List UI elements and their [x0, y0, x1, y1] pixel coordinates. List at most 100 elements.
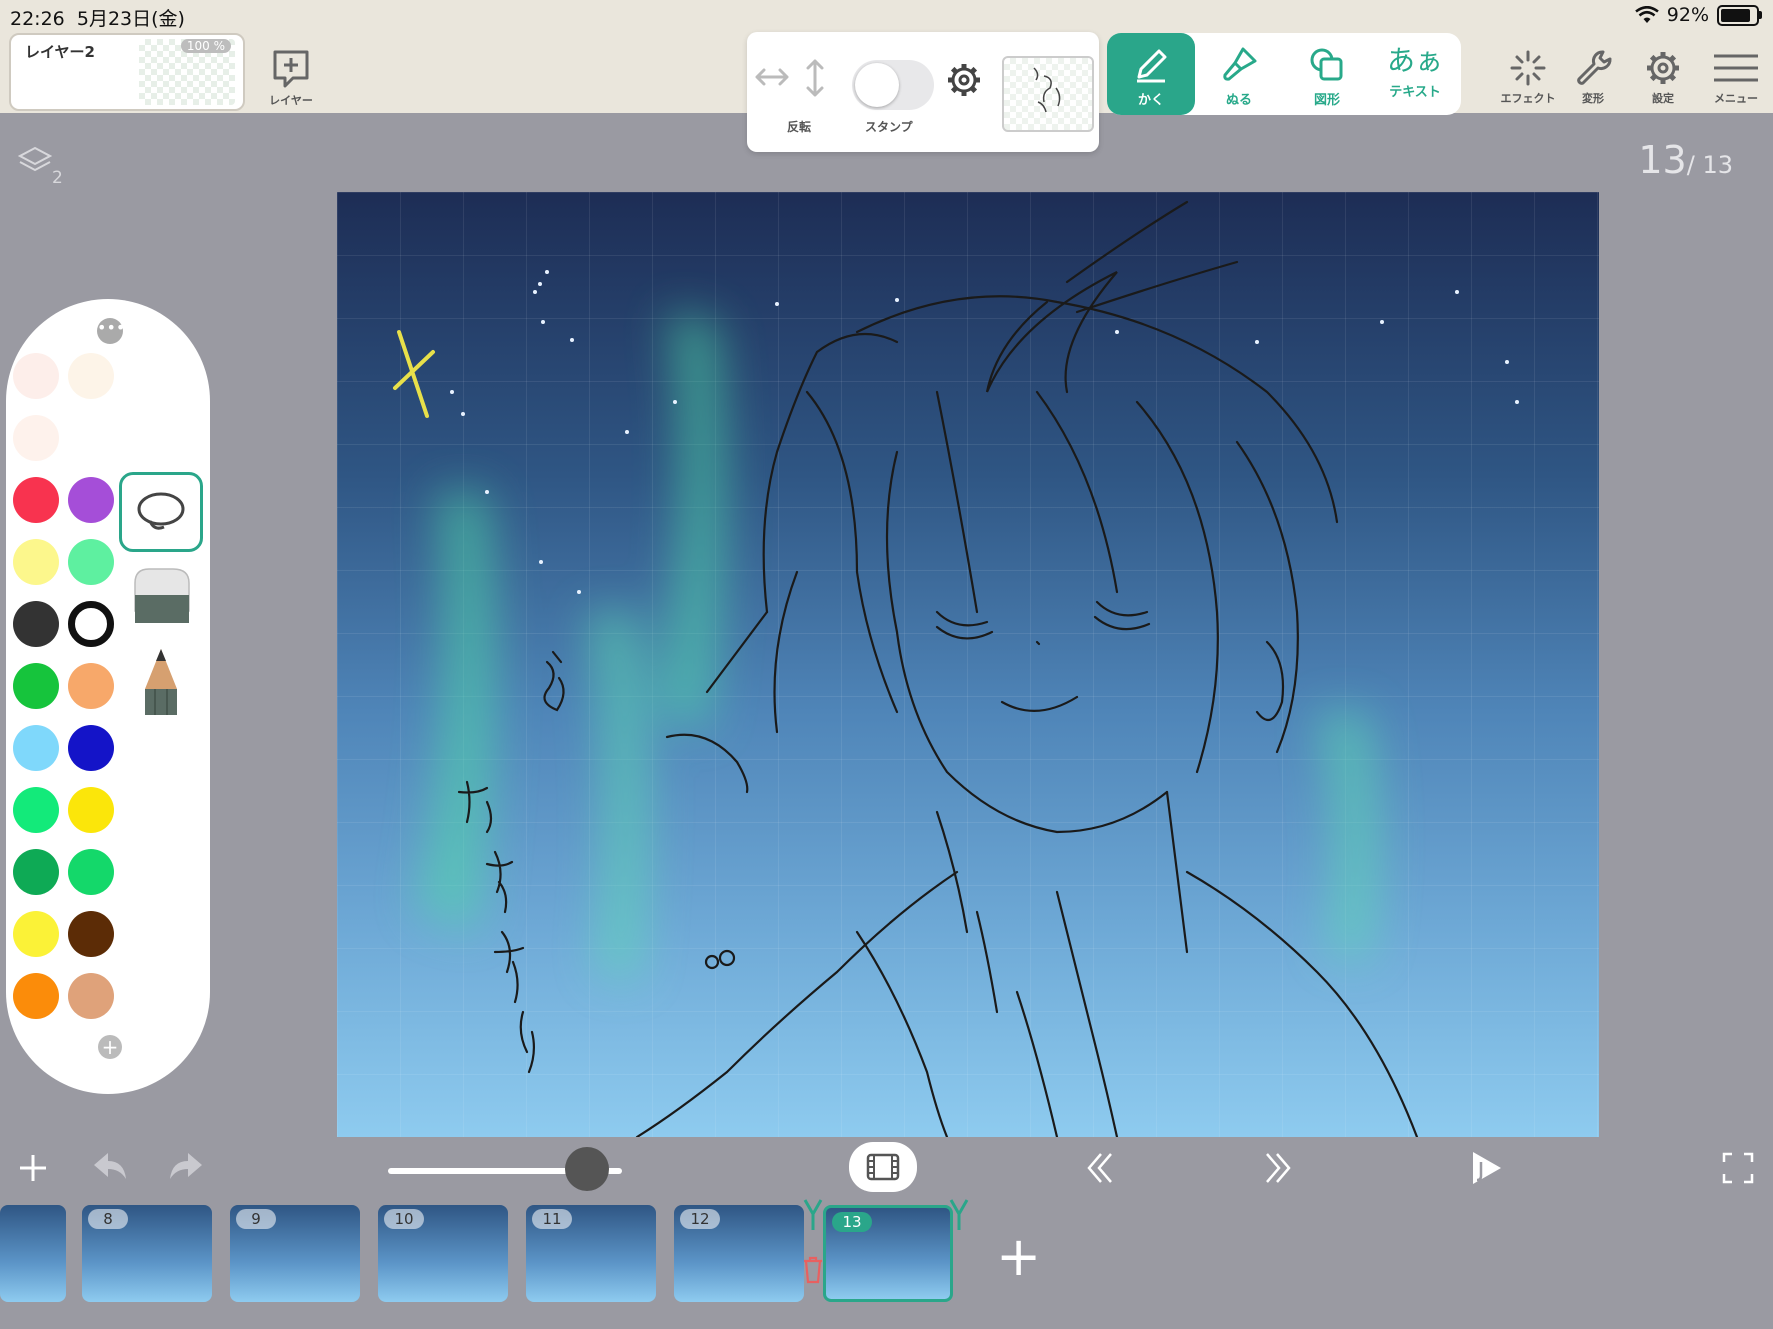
stamp-preview: [1033, 67, 1061, 113]
color-swatch[interactable]: [68, 663, 114, 709]
color-palette: ••• +: [6, 299, 210, 1094]
flip-horizontal-icon[interactable]: [753, 62, 791, 92]
color-swatch[interactable]: [68, 911, 114, 957]
frame-thumb[interactable]: 12: [674, 1205, 804, 1302]
color-swatch[interactable]: [68, 477, 114, 523]
flip-label: 反転: [787, 120, 812, 134]
flip-vertical-icon[interactable]: [801, 58, 829, 98]
frame-thumb[interactable]: 11: [526, 1205, 656, 1302]
current-layer-card[interactable]: レイヤー2 100 %: [9, 33, 245, 111]
frame-thumb[interactable]: 8: [82, 1205, 212, 1302]
color-swatch[interactable]: [68, 539, 114, 585]
next-frame-icon[interactable]: [1257, 1150, 1295, 1186]
mode-draw[interactable]: かく: [1107, 33, 1195, 115]
onion-marker-left-icon[interactable]: [803, 1198, 823, 1232]
frame-thumb[interactable]: 10: [378, 1205, 508, 1302]
wrench-icon: [1577, 50, 1612, 85]
stamp-label: スタンプ: [865, 120, 913, 134]
color-swatch[interactable]: [68, 601, 114, 647]
color-swatch[interactable]: [68, 787, 114, 833]
frame-thumb[interactable]: 9: [230, 1205, 360, 1302]
stamp-settings-icon[interactable]: [944, 60, 984, 100]
color-swatch[interactable]: [13, 911, 59, 957]
add-layer-icon: [273, 50, 309, 88]
color-swatch[interactable]: [68, 973, 114, 1019]
status-time: 22:26 5月23日(金): [10, 8, 185, 30]
palette-more-button[interactable]: •••: [97, 318, 125, 344]
color-swatch[interactable]: [68, 849, 114, 895]
eraser-tool[interactable]: [119, 557, 203, 637]
color-swatch[interactable]: [13, 787, 59, 833]
pencil-icon: [145, 649, 177, 715]
transform-button[interactable]: 変形: [1568, 48, 1618, 106]
frame-thumb[interactable]: 13: [823, 1205, 953, 1302]
layer-opacity-badge: 100 %: [180, 39, 231, 53]
settings-button[interactable]: 設定: [1638, 48, 1688, 106]
layer-name: レイヤー2: [25, 43, 95, 61]
color-swatch[interactable]: [13, 973, 59, 1019]
battery-icon: [1717, 4, 1762, 26]
lasso-icon: [137, 492, 185, 530]
frame-number: 10: [384, 1209, 424, 1229]
effect-button[interactable]: エフェクト: [1496, 48, 1560, 106]
color-swatch[interactable]: [68, 415, 114, 461]
brush-icon: [1223, 47, 1257, 81]
trash-icon[interactable]: [802, 1256, 824, 1284]
frame-counter: 13/ 13: [1638, 138, 1733, 182]
color-swatch[interactable]: [68, 725, 114, 771]
hamburger-icon: [1714, 54, 1758, 82]
gear-icon: [1647, 52, 1679, 84]
film-button[interactable]: [849, 1142, 917, 1192]
color-swatch[interactable]: [68, 353, 114, 399]
onion-marker-right-icon[interactable]: [949, 1198, 969, 1232]
mode-shape[interactable]: 図形: [1283, 33, 1371, 115]
film-icon: [866, 1153, 900, 1181]
color-swatch[interactable]: [13, 601, 59, 647]
undo-icon[interactable]: [90, 1149, 130, 1185]
add-icon[interactable]: [16, 1151, 50, 1185]
mode-fill[interactable]: ぬる: [1195, 33, 1283, 115]
pencil-tool[interactable]: [119, 641, 203, 721]
stamp-thumbnail[interactable]: [1002, 56, 1094, 132]
redo-icon[interactable]: [166, 1149, 206, 1185]
stamp-popup: 反転 スタンプ: [747, 32, 1099, 152]
layers-count: 2: [52, 168, 63, 188]
frame-number: 9: [236, 1209, 276, 1229]
add-frame-button[interactable]: +: [996, 1230, 1041, 1284]
frame-thumb-partial[interactable]: [0, 1205, 66, 1302]
frame-number: 8: [88, 1209, 128, 1229]
frame-number: 13: [832, 1212, 872, 1232]
artwork: [393, 200, 1519, 1137]
sparkle-icon: [1510, 50, 1546, 86]
toggle-knob: [855, 63, 899, 107]
pen-icon: [1137, 49, 1167, 83]
shape-icon: [1310, 48, 1343, 81]
eraser-icon: [134, 568, 190, 623]
mode-text[interactable]: あぁ テキスト: [1371, 33, 1459, 115]
fullscreen-icon[interactable]: [1722, 1152, 1754, 1184]
color-swatch[interactable]: [13, 725, 59, 771]
status-right: 92%: [1634, 4, 1762, 26]
prev-frame-icon[interactable]: [1083, 1150, 1121, 1186]
add-layer-button[interactable]: レイヤー: [266, 46, 316, 108]
color-swatch[interactable]: [13, 849, 59, 895]
color-swatch[interactable]: [13, 539, 59, 585]
stamp-toggle[interactable]: [852, 60, 934, 110]
layers-stack-icon[interactable]: [18, 145, 52, 179]
mode-tabs: かく ぬる 図形 あぁ テキスト: [1107, 33, 1461, 115]
menu-button[interactable]: メニュー: [1706, 48, 1766, 106]
color-swatch[interactable]: [13, 477, 59, 523]
wifi-icon: [1634, 6, 1659, 23]
color-swatch[interactable]: [13, 415, 59, 461]
play-icon[interactable]: [1469, 1148, 1505, 1188]
frame-number: 12: [680, 1209, 720, 1229]
palette-add-button[interactable]: +: [98, 1035, 122, 1059]
drawing-canvas[interactable]: [337, 192, 1599, 1137]
lasso-tool[interactable]: [119, 472, 203, 552]
color-swatch[interactable]: [13, 663, 59, 709]
text-glyph-icon: あぁ: [1386, 44, 1443, 77]
frame-number: 11: [532, 1209, 572, 1229]
battery-text: 92%: [1666, 4, 1709, 26]
color-swatch[interactable]: [13, 353, 59, 399]
onion-slider-knob[interactable]: [565, 1147, 609, 1191]
